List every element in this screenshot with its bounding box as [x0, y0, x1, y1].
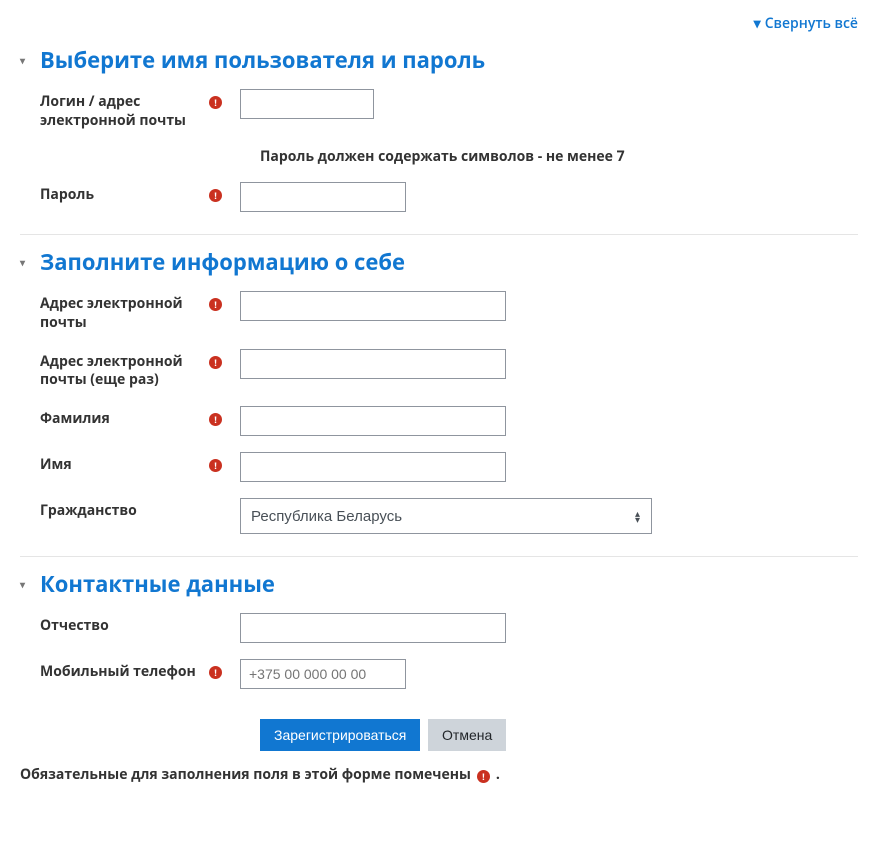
field-row-email: Адрес электронной почты ! [40, 291, 858, 333]
caret-down-icon: ▾ [20, 53, 32, 67]
section-credentials: ▾ Выберите имя пользователя и пароль Лог… [20, 45, 858, 235]
password-input[interactable] [240, 182, 406, 212]
caret-down-icon: ▾ [20, 577, 32, 591]
section-title: Контактные данные [40, 569, 275, 599]
form-actions: Зарегистрироваться Отмена [260, 719, 858, 751]
email-confirm-input[interactable] [240, 349, 506, 379]
section-credentials-toggle[interactable]: ▾ Выберите имя пользователя и пароль [20, 45, 858, 75]
patronymic-label: Отчество [40, 617, 109, 636]
caret-down-icon: ▾ [754, 14, 761, 33]
field-row-login: Логин / адрес электронной почты ! [40, 89, 858, 131]
lastname-label: Фамилия [40, 410, 110, 429]
patronymic-input[interactable] [240, 613, 506, 643]
required-icon: ! [209, 189, 222, 202]
required-icon: ! [477, 770, 490, 783]
mobile-label: Мобильный телефон [40, 663, 196, 682]
cancel-button[interactable]: Отмена [428, 719, 506, 751]
submit-button[interactable]: Зарегистрироваться [260, 719, 420, 751]
lastname-input[interactable] [240, 406, 506, 436]
password-label: Пароль [40, 186, 94, 205]
collapse-all-label: Свернуть всё [765, 14, 858, 33]
required-footnote: Обязательные для заполнения поля в этой … [20, 765, 858, 784]
field-row-email-confirm: Адрес электронной почты (еще раз) ! [40, 349, 858, 391]
login-label: Логин / адрес электронной почты [40, 93, 209, 131]
footnote-dot: . [496, 765, 500, 784]
section-about-toggle[interactable]: ▾ Заполните информацию о себе [20, 247, 858, 277]
password-hint: Пароль должен содержать символов - не ме… [240, 147, 858, 166]
field-row-firstname: Имя ! [40, 452, 858, 482]
login-input[interactable] [240, 89, 374, 119]
section-about: ▾ Заполните информацию о себе Адрес элек… [20, 247, 858, 558]
field-row-mobile: Мобильный телефон ! [40, 659, 858, 689]
section-contact: ▾ Контактные данные Отчество Мобильный т… [20, 569, 858, 709]
firstname-label: Имя [40, 456, 72, 475]
citizenship-select[interactable]: Республика Беларусь [240, 498, 652, 534]
required-icon: ! [209, 459, 222, 472]
email-confirm-label: Адрес электронной почты (еще раз) [40, 353, 209, 391]
required-icon: ! [209, 413, 222, 426]
firstname-input[interactable] [240, 452, 506, 482]
citizenship-label: Гражданство [40, 502, 137, 521]
email-input[interactable] [240, 291, 506, 321]
required-icon: ! [209, 356, 222, 369]
required-icon: ! [209, 96, 222, 109]
collapse-all-link[interactable]: ▾ Свернуть всё [754, 14, 858, 33]
email-label: Адрес электронной почты [40, 295, 209, 333]
section-contact-toggle[interactable]: ▾ Контактные данные [20, 569, 858, 599]
field-row-patronymic: Отчество [40, 613, 858, 643]
required-icon: ! [209, 298, 222, 311]
caret-down-icon: ▾ [20, 255, 32, 269]
field-row-citizenship: Гражданство Республика Беларусь ▴▾ [40, 498, 858, 534]
section-title: Заполните информацию о себе [40, 247, 405, 277]
footnote-text: Обязательные для заполнения поля в этой … [20, 765, 471, 784]
required-icon: ! [209, 666, 222, 679]
field-row-lastname: Фамилия ! [40, 406, 858, 436]
section-title: Выберите имя пользователя и пароль [40, 45, 485, 75]
mobile-input[interactable] [240, 659, 406, 689]
field-row-password: Пароль ! [40, 182, 858, 212]
